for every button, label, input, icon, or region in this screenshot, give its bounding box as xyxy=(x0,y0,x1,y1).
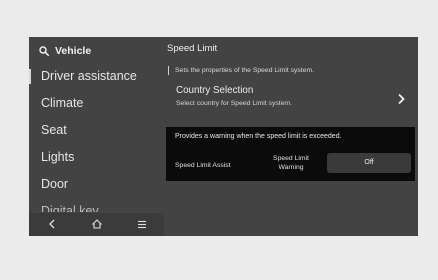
country-selection-title: Country Selection xyxy=(176,85,254,96)
country-selection-row[interactable]: Country Selection Select country for Spe… xyxy=(164,83,418,113)
back-button[interactable] xyxy=(37,215,67,235)
search-row[interactable]: Vehicle xyxy=(39,42,91,60)
sidebar-item-digital-key[interactable]: Digital key xyxy=(29,198,164,212)
speed-limit-warning-label: Speed Limit Warning xyxy=(273,155,309,171)
home-icon xyxy=(91,216,102,234)
search-icon xyxy=(39,46,49,56)
sidebar-item-door[interactable]: Door xyxy=(29,171,164,198)
sidebar-item-driver-assistance[interactable]: Driver assistance xyxy=(29,63,164,90)
warning-description: Provides a warning when the speed limit … xyxy=(175,133,342,140)
search-category-label: Vehicle xyxy=(55,45,92,57)
settings-content: Speed Limit Sets the properties of the S… xyxy=(164,37,418,236)
menu-button[interactable] xyxy=(127,215,157,235)
sidebar-menu: Driver assistance Climate Seat Lights Do… xyxy=(29,63,164,212)
chevron-right-icon xyxy=(397,92,405,110)
bottom-navigation-bar xyxy=(29,213,164,236)
speed-limit-warning-panel: Provides a warning when the speed limit … xyxy=(166,127,415,181)
description-text: Sets the properties of the Speed Limit s… xyxy=(175,67,315,74)
sidebar-item-climate[interactable]: Climate xyxy=(29,90,164,117)
back-icon xyxy=(48,216,56,234)
page-background: Vehicle Driver assistance Climate Seat L… xyxy=(0,0,438,280)
home-button[interactable] xyxy=(82,215,112,235)
off-button[interactable]: Off xyxy=(327,153,411,173)
infotainment-screen: Vehicle Driver assistance Climate Seat L… xyxy=(29,37,418,236)
speed-limit-assist-label: Speed Limit Assist xyxy=(175,162,231,169)
sidebar-item-lights[interactable]: Lights xyxy=(29,144,164,171)
description-row: Sets the properties of the Speed Limit s… xyxy=(168,66,314,75)
menu-icon xyxy=(137,216,147,234)
page-title: Speed Limit xyxy=(167,43,218,54)
description-divider xyxy=(168,66,169,75)
sidebar: Vehicle Driver assistance Climate Seat L… xyxy=(29,37,164,236)
country-selection-subtitle: Select country for Speed Limit system. xyxy=(176,100,292,107)
sidebar-item-seat[interactable]: Seat xyxy=(29,117,164,144)
